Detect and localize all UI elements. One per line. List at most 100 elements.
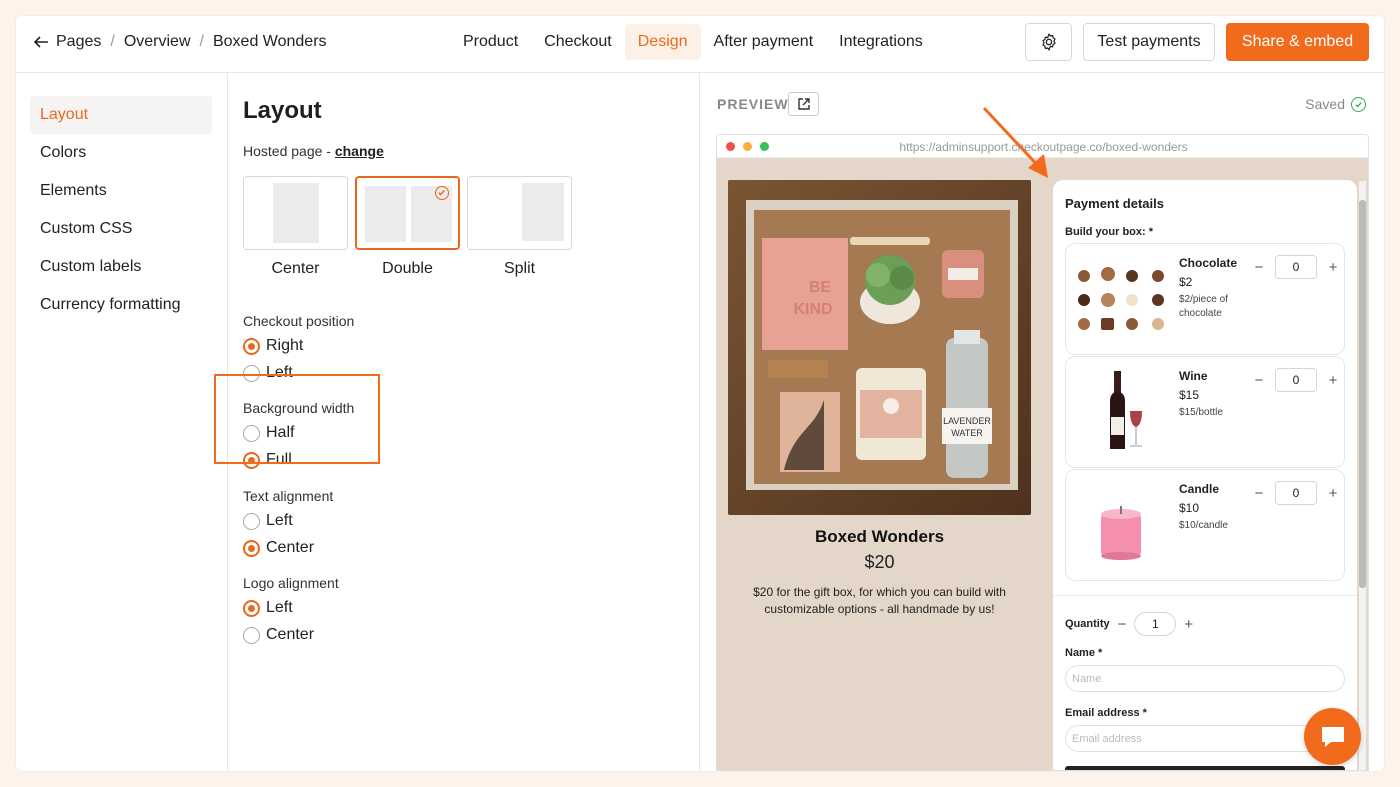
breadcrumb-overview[interactable]: Overview — [124, 33, 191, 51]
layout-thumbnail — [273, 183, 319, 243]
decrement-button[interactable]: − — [1252, 485, 1266, 502]
radio-label: Right — [266, 337, 304, 354]
layout-option-split[interactable] — [467, 176, 572, 250]
quantity-input[interactable]: 0 — [1275, 255, 1317, 279]
svg-text:KIND: KIND — [793, 301, 832, 318]
tab-product[interactable]: Product — [450, 24, 531, 60]
tab-integrations[interactable]: Integrations — [826, 24, 936, 60]
nav-tabs: Product Checkout Design After payment In… — [450, 24, 936, 60]
quantity-input[interactable]: 0 — [1275, 368, 1317, 392]
layout-label-double: Double — [382, 260, 433, 277]
layout-option-double[interactable] — [355, 176, 460, 250]
preview-panel: PREVIEW Saved https://adminsupport.check… — [700, 73, 1384, 771]
text-alignment-label: Text alignment — [243, 488, 334, 504]
app-window: Pages / Overview / Boxed Wonders Product… — [16, 16, 1384, 771]
radio-background-full[interactable]: Full — [243, 451, 292, 469]
radio-button[interactable] — [243, 512, 260, 530]
increment-button[interactable]: + — [1326, 259, 1340, 276]
pay-button[interactable] — [1065, 766, 1345, 770]
product-image: BE KIND LAVENDER WATER — [728, 180, 1031, 515]
build-box-label: Build your box: * — [1065, 226, 1153, 238]
selected-check-icon — [435, 186, 449, 200]
increment-button[interactable]: + — [1326, 485, 1340, 502]
quantity-row: Quantity − 1 + — [1065, 612, 1201, 636]
quantity-input[interactable]: 0 — [1275, 481, 1317, 505]
product-price: $20 — [864, 552, 895, 572]
radio-button[interactable] — [243, 337, 260, 355]
background-width-label: Background width — [243, 400, 355, 416]
radio-checkout-left[interactable]: Left — [243, 364, 293, 382]
name-label: Name * — [1065, 647, 1103, 659]
chocolate-image — [1078, 267, 1164, 330]
breadcrumb-current: Boxed Wonders — [212, 33, 327, 50]
item-name: Chocolate — [1179, 256, 1238, 270]
layout-label-center: Center — [271, 260, 320, 277]
increment-button[interactable]: + — [1184, 616, 1193, 633]
radio-logo-center[interactable]: Center — [243, 626, 314, 644]
sidebar-item-currency-formatting[interactable]: Currency formatting — [30, 286, 212, 324]
radio-button[interactable] — [243, 539, 260, 557]
radio-text-left[interactable]: Left — [243, 512, 293, 530]
change-link[interactable]: change — [335, 143, 384, 159]
item-unit: $2/piece of chocolate — [1179, 294, 1228, 319]
radio-label: Left — [266, 512, 293, 529]
tab-checkout[interactable]: Checkout — [531, 24, 625, 60]
check-circle-icon — [1351, 96, 1366, 112]
breadcrumb-separator: / — [110, 33, 115, 50]
test-payments-button[interactable]: Test payments — [1083, 23, 1215, 61]
sidebar-item-layout[interactable]: Layout — [30, 96, 212, 134]
breadcrumb-pages[interactable]: Pages — [56, 33, 101, 51]
decrement-button[interactable]: − — [1252, 372, 1266, 389]
product-title: Boxed Wonders — [814, 527, 945, 546]
breadcrumb-separator: / — [199, 33, 204, 50]
item-price: $10 — [1179, 501, 1200, 515]
payment-details-title: Payment details — [1065, 196, 1164, 211]
checkout-page-canvas: BE KIND LAVENDER WATER Boxed Wonders $20… — [717, 158, 1368, 770]
sidebar-item-custom-labels[interactable]: Custom labels — [30, 248, 212, 286]
email-field[interactable] — [1065, 725, 1345, 752]
divider — [1053, 595, 1357, 596]
decrement-button[interactable]: − — [1118, 616, 1127, 633]
quantity-input[interactable]: 1 — [1134, 612, 1177, 636]
radio-button[interactable] — [243, 451, 260, 469]
hosted-page-label: Hosted page - — [243, 143, 335, 159]
radio-label: Left — [266, 599, 293, 616]
radio-label: Full — [266, 451, 292, 468]
chat-button[interactable] — [1304, 708, 1361, 765]
layout-option-center[interactable] — [243, 176, 348, 250]
browser-bar: https://adminsupport.checkoutpage.co/box… — [717, 135, 1368, 158]
share-embed-button[interactable]: Share & embed — [1226, 23, 1369, 61]
quantity-stepper: − 0 + — [1252, 481, 1340, 505]
preview-browser-frame: https://adminsupport.checkoutpage.co/box… — [716, 134, 1369, 771]
sidebar-item-custom-css[interactable]: Custom CSS — [30, 210, 212, 248]
preview-label: PREVIEW — [717, 96, 789, 112]
open-preview-button[interactable] — [788, 92, 819, 116]
increment-button[interactable]: + — [1326, 372, 1340, 389]
settings-button[interactable] — [1025, 23, 1072, 61]
radio-button[interactable] — [243, 599, 260, 617]
radio-button[interactable] — [243, 364, 260, 382]
gear-icon — [1041, 33, 1056, 51]
quantity-label: Quantity — [1065, 618, 1110, 630]
sidebar-item-elements[interactable]: Elements — [30, 172, 212, 210]
item-name: Wine — [1179, 369, 1208, 383]
radio-button[interactable] — [243, 424, 260, 442]
saved-label: Saved — [1305, 96, 1345, 112]
tab-after-payment[interactable]: After payment — [701, 24, 827, 60]
item-unit: $15/bottle — [1179, 407, 1223, 418]
radio-checkout-right[interactable]: Right — [243, 337, 303, 355]
checkout-position-label: Checkout position — [243, 313, 355, 329]
radio-text-center[interactable]: Center — [243, 539, 314, 557]
decrement-button[interactable]: − — [1252, 259, 1266, 276]
radio-background-half[interactable]: Half — [243, 424, 294, 442]
scrollbar-thumb[interactable] — [1359, 200, 1366, 588]
list-item: Chocolate $2 $2/piece of chocolate − 0 + — [1065, 243, 1345, 355]
radio-button[interactable] — [243, 626, 260, 644]
layout-thumbnail — [522, 183, 564, 241]
tab-design[interactable]: Design — [624, 24, 701, 60]
name-field[interactable] — [1065, 665, 1345, 692]
back-arrow-icon[interactable] — [32, 33, 50, 51]
radio-label: Center — [266, 626, 315, 643]
sidebar-item-colors[interactable]: Colors — [30, 134, 212, 172]
radio-logo-left[interactable]: Left — [243, 599, 293, 617]
